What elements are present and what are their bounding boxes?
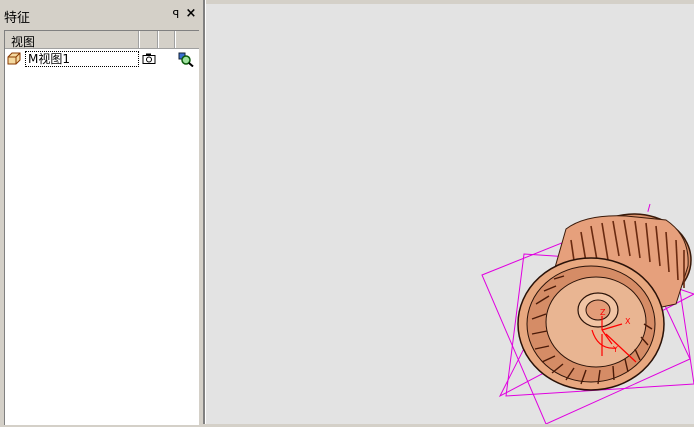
fan-wheel-model[interactable] [517,213,692,391]
column-separator [157,31,159,48]
camera-icon[interactable] [142,53,156,64]
view-name-field[interactable]: M视图1 [25,51,139,67]
column-header-view[interactable]: 视图 [11,33,35,50]
view-tree[interactable]: 视图 M视图1 [4,30,199,425]
tree-header: 视图 [5,31,199,49]
zoom-magnifier-icon[interactable] [178,52,194,67]
column-separator [174,31,176,48]
axis-label-z: Z [600,308,606,317]
axis-label-y: Y [612,345,618,354]
feature-panel: 特征 ꟼ × 视图 M视图1 [0,0,203,425]
3d-viewport[interactable]: Z X Y [206,4,694,425]
axis-label-x: X [625,317,631,326]
pin-button[interactable]: ꟼ [170,8,182,22]
panel-header: 特征 ꟼ × [0,6,203,27]
column-separator [138,31,140,48]
view-box-icon [7,52,21,65]
panel-title: 特征 [4,11,31,26]
model-canvas[interactable]: Z X Y [206,4,694,425]
tree-row[interactable]: M视图1 [5,50,199,68]
close-button[interactable]: × [185,7,197,21]
